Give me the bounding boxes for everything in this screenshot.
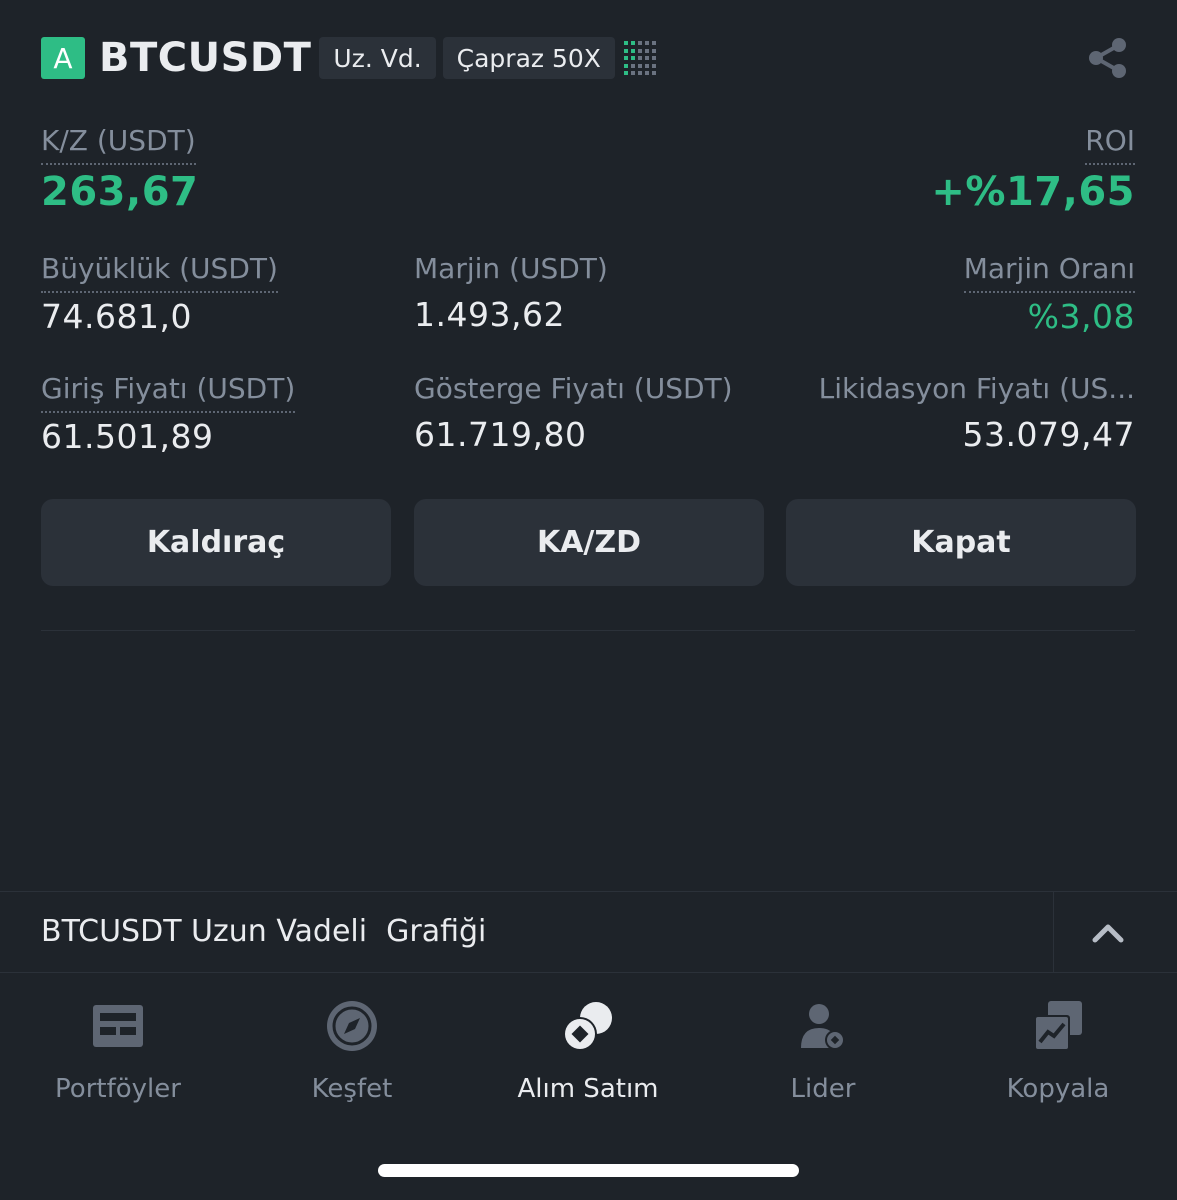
margin-ratio-field: Marjin Oranı %3,08 xyxy=(963,252,1135,336)
roi-field: ROI +%17,65 xyxy=(931,124,1135,215)
mark-price-field: Gösterge Fiyatı (USDT) 61.719,80 xyxy=(414,372,733,454)
chart-toggle-separator xyxy=(1053,892,1054,972)
mark-price-label: Gösterge Fiyatı (USDT) xyxy=(414,372,733,405)
compass-icon xyxy=(327,1001,377,1051)
divider xyxy=(41,630,1135,631)
entry-price-label[interactable]: Giriş Fiyatı (USDT) xyxy=(41,372,296,413)
pnl-value: 263,67 xyxy=(41,169,199,215)
size-field: Büyüklük (USDT) 74.681,0 xyxy=(41,252,278,336)
share-icon[interactable] xyxy=(1086,36,1130,80)
liquidation-price-value: 53.079,47 xyxy=(962,415,1135,454)
nav-item-leader[interactable]: Lider xyxy=(705,990,941,1110)
pnl-label[interactable]: K/Z (USDT) xyxy=(41,124,196,165)
size-value: 74.681,0 xyxy=(41,297,192,336)
nav-label-leader: Lider xyxy=(790,1074,856,1104)
trade-icon xyxy=(563,1002,612,1051)
roi-label[interactable]: ROI xyxy=(1085,124,1135,165)
leader-icon xyxy=(801,1004,845,1050)
portfolio-icon xyxy=(93,1005,143,1047)
tpsl-button[interactable]: KA/ZD xyxy=(414,499,764,586)
nav-item-copy[interactable]: Kopyala xyxy=(940,990,1176,1110)
copy-trade-icon xyxy=(1034,1001,1082,1051)
chevron-up-icon[interactable] xyxy=(1090,916,1126,948)
home-indicator[interactable] xyxy=(378,1164,799,1177)
chart-toggle-title: BTCUSDT Uzun Vadeli Grafiği xyxy=(41,914,487,949)
margin-field: Marjin (USDT) 1.493,62 xyxy=(414,252,608,334)
symbol-title[interactable]: BTCUSDT xyxy=(99,35,311,81)
liquidation-price-field: Likidasyon Fiyatı (US... 53.079,47 xyxy=(819,372,1135,454)
nav-item-trade[interactable]: Alım Satım xyxy=(470,990,706,1110)
nav-item-portfolio[interactable]: Portföyler xyxy=(0,990,236,1110)
mark-price-value: 61.719,80 xyxy=(414,415,587,454)
margin-value: 1.493,62 xyxy=(414,295,565,334)
margin-mode-tag[interactable]: Çapraz 50X xyxy=(442,37,615,79)
nav-label-trade: Alım Satım xyxy=(517,1074,659,1104)
close-position-button[interactable]: Kapat xyxy=(786,499,1136,586)
nav-label-discover: Keşfet xyxy=(311,1074,393,1104)
chart-toggle-bar[interactable]: BTCUSDT Uzun Vadeli Grafiği xyxy=(0,891,1177,973)
margin-ratio-label[interactable]: Marjin Oranı xyxy=(963,252,1135,293)
position-badge: A xyxy=(41,37,85,79)
leverage-button[interactable]: Kaldıraç xyxy=(41,499,391,586)
bottom-nav: Portföyler Keşfet Alım Satım Lider Kopya… xyxy=(0,990,1177,1110)
entry-price-value: 61.501,89 xyxy=(41,417,214,456)
margin-label: Marjin (USDT) xyxy=(414,252,608,285)
size-label[interactable]: Büyüklük (USDT) xyxy=(41,252,278,293)
liquidation-price-label: Likidasyon Fiyatı (US... xyxy=(818,372,1135,405)
pnl-field: K/Z (USDT) 263,67 xyxy=(41,124,198,215)
term-tag: Uz. Vd. xyxy=(319,37,436,79)
nav-label-copy: Kopyala xyxy=(1006,1074,1110,1104)
roi-value: +%17,65 xyxy=(931,169,1135,215)
adl-indicator-icon xyxy=(623,41,656,75)
nav-item-discover[interactable]: Keşfet xyxy=(234,990,470,1110)
nav-label-portfolio: Portföyler xyxy=(55,1074,181,1104)
entry-price-field: Giriş Fiyatı (USDT) 61.501,89 xyxy=(41,372,296,456)
margin-ratio-value: %3,08 xyxy=(1027,297,1135,336)
position-header: A BTCUSDT Uz. Vd. Çapraz 50X xyxy=(41,35,656,81)
